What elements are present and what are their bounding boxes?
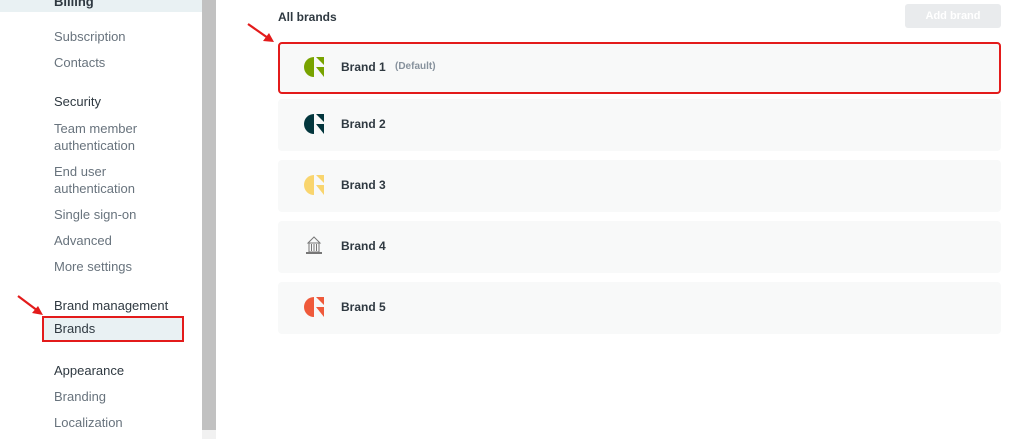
brand-name: Brand 4 bbox=[341, 239, 386, 253]
sidebar-item-more-settings[interactable]: More settings bbox=[54, 258, 132, 275]
brand-name: Brand 1 bbox=[341, 60, 386, 74]
sidebar-item-end-user-authentication[interactable]: End user authentication bbox=[54, 163, 164, 197]
sidebar-heading-appearance: Appearance bbox=[54, 363, 125, 378]
sidebar-item-contacts[interactable]: Contacts bbox=[54, 54, 105, 71]
building-logo-icon bbox=[306, 236, 322, 254]
sidebar-heading-billing: Billing bbox=[54, 0, 94, 9]
sidebar-item-team-member-authentication[interactable]: Team member authentication bbox=[54, 120, 164, 154]
dark-c-logo-icon bbox=[304, 114, 324, 134]
settings-sidebar: Billing Subscription Contacts Security T… bbox=[0, 0, 202, 439]
default-badge: (Default) bbox=[395, 61, 436, 72]
brand-name: Brand 3 bbox=[341, 178, 386, 192]
green-c-logo-icon bbox=[304, 57, 324, 77]
brand-name: Brand 5 bbox=[341, 300, 386, 314]
brand-row-5[interactable]: Brand 5 bbox=[278, 282, 1001, 334]
sidebar-item-advanced[interactable]: Advanced bbox=[54, 232, 112, 249]
sidebar-item-brands-label: Brands bbox=[54, 321, 96, 336]
sidebar-item-localization[interactable]: Localization bbox=[54, 414, 123, 431]
brand-name: Brand 2 bbox=[341, 117, 386, 131]
sidebar-heading-security: Security bbox=[54, 94, 101, 109]
annotation-arrow-sidebar bbox=[17, 295, 43, 315]
sidebar-scrollbar-thumb[interactable] bbox=[202, 0, 216, 430]
annotation-arrow-brand bbox=[247, 23, 274, 42]
sidebar-heading-brand-management: Brand management bbox=[54, 298, 169, 313]
brand-row-3[interactable]: Brand 3 bbox=[278, 160, 1001, 212]
sidebar-item-subscription[interactable]: Subscription bbox=[54, 28, 126, 45]
yellow-c-logo-icon bbox=[304, 175, 324, 195]
brand-row-2[interactable]: Brand 2 bbox=[278, 99, 1001, 151]
red-c-logo-icon bbox=[304, 297, 324, 317]
sidebar-item-brands[interactable]: Brands bbox=[42, 316, 184, 342]
sidebar-item-branding[interactable]: Branding bbox=[54, 388, 106, 405]
brand-row-1[interactable]: Brand 1 (Default) bbox=[278, 42, 1001, 94]
page-title: All brands bbox=[278, 10, 337, 24]
sidebar-item-single-sign-on[interactable]: Single sign-on bbox=[54, 206, 136, 223]
add-brand-button[interactable]: Add brand bbox=[905, 4, 1001, 28]
brand-row-4[interactable]: Brand 4 bbox=[278, 221, 1001, 273]
sidebar-top-highlight bbox=[0, 0, 202, 12]
